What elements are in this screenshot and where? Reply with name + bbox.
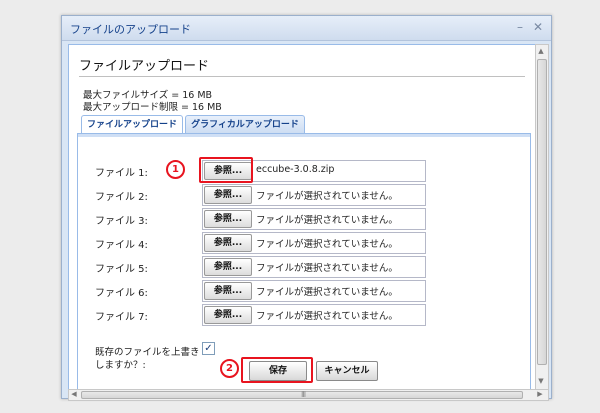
file-2-input[interactable]: 参照... ファイルが選択されていません。 [202, 184, 426, 206]
step-1-marker: 1 [166, 160, 185, 179]
file-4-status: ファイルが選択されていません。 [256, 239, 398, 250]
file-4-browse-button[interactable]: 参照... [204, 234, 252, 252]
overwrite-label: 既存のファイルを上書きしますか？: [95, 347, 200, 371]
page-title: ファイルアップロード [79, 59, 210, 74]
file-3-browse-button[interactable]: 参照... [204, 210, 252, 228]
file-7-label: ファイル 7: [95, 312, 148, 323]
file-7-status: ファイルが選択されていません。 [256, 311, 398, 322]
file-7-browse-button[interactable]: 参照... [204, 306, 252, 324]
file-5-status: ファイルが選択されていません。 [256, 263, 398, 274]
file-3-label: ファイル 3: [95, 216, 148, 227]
scroll-up-icon[interactable]: ▲ [536, 45, 546, 57]
file-3-input[interactable]: 参照... ファイルが選択されていません。 [202, 208, 426, 230]
file-5-input[interactable]: 参照... ファイルが選択されていません。 [202, 256, 426, 278]
scroll-grip-icon: III [301, 390, 306, 399]
file-4-input[interactable]: 参照... ファイルが選択されていません。 [202, 232, 426, 254]
file-6-browse-button[interactable]: 参照... [204, 282, 252, 300]
horizontal-scrollbar[interactable]: ◀ III ▶ [68, 389, 549, 401]
file-3-status: ファイルが選択されていません。 [256, 215, 398, 226]
horizontal-scroll-thumb[interactable]: III [81, 390, 523, 399]
file-1-label: ファイル 1: [95, 168, 148, 179]
save-highlight-box [241, 357, 313, 383]
cancel-button[interactable]: キャンセル [316, 361, 378, 381]
file-4-label: ファイル 4: [95, 240, 148, 251]
file-7-input[interactable]: 参照... ファイルが選択されていません。 [202, 304, 426, 326]
file-2-browse-button[interactable]: 参照... [204, 186, 252, 204]
minimize-icon[interactable]: – [514, 20, 526, 34]
file-2-label: ファイル 2: [95, 192, 148, 203]
dialog-content: ファイルアップロード 最大ファイルサイズ = 16 MB 最大アップロード制限 … [68, 44, 536, 390]
tab-graphical-upload[interactable]: グラフィカルアップロード [185, 115, 305, 134]
file-5-browse-button[interactable]: 参照... [204, 258, 252, 276]
heading-divider [79, 76, 525, 77]
vertical-scrollbar[interactable]: ▲ ▼ [535, 44, 549, 390]
scroll-down-icon[interactable]: ▼ [536, 375, 546, 387]
max-upload-limit-text: 最大アップロード制限 = 16 MB [83, 102, 222, 113]
step-2-marker: 2 [220, 359, 239, 378]
overwrite-checkbox[interactable]: ✓ [202, 342, 215, 355]
file-5-label: ファイル 5: [95, 264, 148, 275]
file-6-label: ファイル 6: [95, 288, 148, 299]
browse-highlight-box [199, 157, 253, 183]
tab-file-upload[interactable]: ファイルアップロード [81, 115, 183, 134]
scroll-left-icon[interactable]: ◀ [69, 388, 79, 398]
window-title: ファイルのアップロード [70, 23, 191, 36]
vertical-scroll-thumb[interactable] [537, 59, 547, 365]
file-1-status: eccube-3.0.8.zip [256, 164, 335, 175]
file-2-status: ファイルが選択されていません。 [256, 191, 398, 202]
scroll-right-icon[interactable]: ▶ [535, 388, 545, 398]
file-6-input[interactable]: 参照... ファイルが選択されていません。 [202, 280, 426, 302]
upload-dialog: ファイルのアップロード – ✕ ファイルアップロード 最大ファイルサイズ = 1… [61, 15, 552, 401]
close-icon[interactable]: ✕ [532, 20, 544, 34]
file-6-status: ファイルが選択されていません。 [256, 287, 398, 298]
title-bar[interactable]: ファイルのアップロード – ✕ [62, 16, 551, 41]
